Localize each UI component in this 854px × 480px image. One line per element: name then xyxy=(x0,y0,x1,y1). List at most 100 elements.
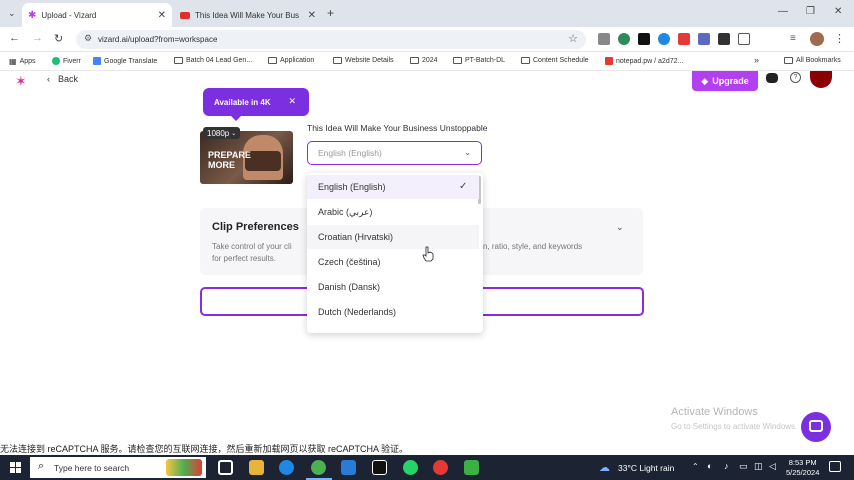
bookmark-2024[interactable]: 2024 xyxy=(410,57,438,64)
network-icon[interactable]: ◫ xyxy=(754,461,763,472)
bookmark-pt-batch[interactable]: PT-Batch-DL xyxy=(453,57,505,64)
tray-chevron-icon[interactable]: ⌃ xyxy=(692,462,699,471)
tab-search-chevron-icon[interactable]: ⌄ xyxy=(8,8,16,19)
language-option[interactable]: Czech (čeština) xyxy=(307,250,479,274)
bookmarks-overflow-icon[interactable]: » xyxy=(754,55,759,65)
translate-icon xyxy=(93,57,101,65)
bookmark-content-schedule[interactable]: Content Schedule xyxy=(521,57,589,64)
reload-icon[interactable]: ↻ xyxy=(54,32,63,45)
upgrade-label: Upgrade xyxy=(712,76,749,86)
restore-icon[interactable]: ❐ xyxy=(806,6,815,17)
diamond-icon: ◆ xyxy=(701,75,709,86)
notification-icon[interactable] xyxy=(829,461,841,472)
search-highlight-graphic xyxy=(166,459,202,476)
tab-vizard-upload[interactable]: ✱ Upload - Vizard ✕ xyxy=(22,3,172,27)
language-option[interactable]: Arabic (عربي) xyxy=(307,200,479,224)
language-option[interactable]: Dutch (Nederlands) xyxy=(307,300,479,324)
language-option[interactable]: Danish (Dansk) xyxy=(307,275,479,299)
forward-arrow-icon[interactable]: → xyxy=(32,32,43,44)
language-option[interactable]: English (English) ✓ xyxy=(307,175,479,199)
bookmark-all[interactable]: All Bookmarks xyxy=(784,57,841,64)
media-icon[interactable]: ≡ xyxy=(790,33,796,44)
chevron-down-icon: ⌄ xyxy=(464,148,471,157)
vizard-logo[interactable]: ✶ xyxy=(15,73,27,90)
clock-date: 5/25/2024 xyxy=(786,468,820,477)
close-icon[interactable]: ✕ xyxy=(308,10,316,21)
address-bar[interactable]: ⚙ vizard.ai/upload?from=workspace ☆ xyxy=(76,30,586,49)
minimize-icon[interactable]: — xyxy=(778,6,788,17)
window-close-icon[interactable]: ✕ xyxy=(834,6,842,17)
back-button[interactable]: ‹ Back xyxy=(47,74,78,84)
bookmark-fiverr[interactable]: Fiverr xyxy=(52,57,81,65)
bookmark-label: Application xyxy=(280,57,315,64)
bookmark-label: Website Details xyxy=(345,57,394,64)
hand-cursor-icon xyxy=(422,246,434,262)
chevron-left-icon: ‹ xyxy=(47,74,50,84)
resolution-tag[interactable]: 1080p ⌄ xyxy=(203,127,241,139)
profile-avatar[interactable] xyxy=(810,32,824,46)
chat-support-button[interactable] xyxy=(801,412,831,442)
close-icon[interactable]: ✕ xyxy=(158,10,166,21)
bookmark-notepad[interactable]: notepad.pw / a2d72... xyxy=(605,57,683,65)
site-settings-icon[interactable]: ⚙ xyxy=(84,33,92,44)
upgrade-button[interactable]: ◆ Upgrade xyxy=(692,71,758,91)
bookmark-website-details[interactable]: Website Details xyxy=(333,57,394,64)
back-arrow-icon[interactable]: ← xyxy=(9,32,20,44)
extension-icon[interactable] xyxy=(658,33,670,45)
folder-icon xyxy=(174,57,183,64)
clip-preferences-title: Clip Preferences xyxy=(212,221,299,233)
weather-icon[interactable]: ☁ xyxy=(599,461,610,474)
tab-youtube-video[interactable]: This Idea Will Make Your Busine ✕ xyxy=(174,3,322,27)
help-icon[interactable]: ? xyxy=(790,72,801,83)
taskbar-clock[interactable]: 8:53 PM 5/25/2024 xyxy=(786,458,819,478)
bookmark-application[interactable]: Application xyxy=(268,57,314,64)
activate-windows-title: Activate Windows xyxy=(671,406,758,418)
microphone-icon[interactable]: ♪ xyxy=(724,461,729,471)
youtube-favicon-icon xyxy=(180,11,190,19)
chrome-icon[interactable] xyxy=(311,460,326,475)
recorder-icon[interactable] xyxy=(433,460,448,475)
extension-icon[interactable] xyxy=(678,33,690,45)
extension-icon[interactable] xyxy=(638,33,650,45)
puzzle-icon[interactable] xyxy=(738,33,750,45)
close-icon[interactable]: ✕ xyxy=(288,96,296,107)
bookmark-batch04[interactable]: Batch 04 Lead Gen... xyxy=(174,57,252,64)
language-option[interactable]: Croatian (Hrvatski) xyxy=(307,225,479,249)
bookmark-star-icon[interactable]: ☆ xyxy=(568,32,578,45)
chevron-down-icon: ⌄ xyxy=(231,130,237,137)
bookmark-label: PT-Batch-DL xyxy=(465,57,506,64)
task-view-icon[interactable] xyxy=(218,460,233,475)
clip-preferences-desc: n, ratio, style, and keywords xyxy=(483,242,583,251)
extension-icon[interactable] xyxy=(598,33,610,45)
discord-icon[interactable] xyxy=(766,73,778,83)
page-content: ✶ ‹ Back ◆ Upgrade ? Available in 4K ✕ P… xyxy=(0,71,854,455)
calculator-icon[interactable] xyxy=(341,460,356,475)
extension-icon[interactable] xyxy=(718,33,730,45)
extension-icon[interactable] xyxy=(698,33,710,45)
camtasia-icon[interactable] xyxy=(464,460,479,475)
available-4k-badge: Available in 4K ✕ xyxy=(203,88,309,121)
language-select[interactable]: English (English) ⌄ xyxy=(307,141,482,165)
tray-app-icon[interactable]: ◐ xyxy=(707,461,712,471)
whatsapp-icon[interactable] xyxy=(403,460,418,475)
tab-title: Upload - Vizard xyxy=(41,10,97,20)
taskbar-search-box[interactable]: ⌕ Type here to search xyxy=(30,457,206,478)
vizard-favicon-icon: ✱ xyxy=(28,9,37,21)
thumbnail-caption: PREPARE MORE xyxy=(208,150,251,170)
bookmark-apps[interactable]: ▦ Apps xyxy=(9,57,36,66)
chevron-down-icon[interactable]: ⌄ xyxy=(616,222,624,233)
bookmark-label: Content Schedule xyxy=(533,57,589,64)
weather-text[interactable]: 33°C Light rain xyxy=(618,463,674,473)
video-title: This Idea Will Make Your Business Unstop… xyxy=(307,123,488,133)
user-avatar[interactable] xyxy=(810,71,832,88)
edge-icon[interactable] xyxy=(279,460,294,475)
capcut-icon[interactable] xyxy=(372,460,387,475)
battery-icon[interactable]: ▭ xyxy=(739,461,748,472)
bookmark-google-translate[interactable]: Google Translate xyxy=(93,57,157,65)
menu-dots-icon[interactable]: ⋮ xyxy=(834,32,845,45)
volume-icon[interactable]: ◁ xyxy=(769,461,776,472)
file-explorer-icon[interactable] xyxy=(249,460,264,475)
new-tab-plus-icon[interactable]: + xyxy=(327,6,334,20)
windows-start-icon[interactable] xyxy=(10,462,21,473)
extension-icon[interactable] xyxy=(618,33,630,45)
